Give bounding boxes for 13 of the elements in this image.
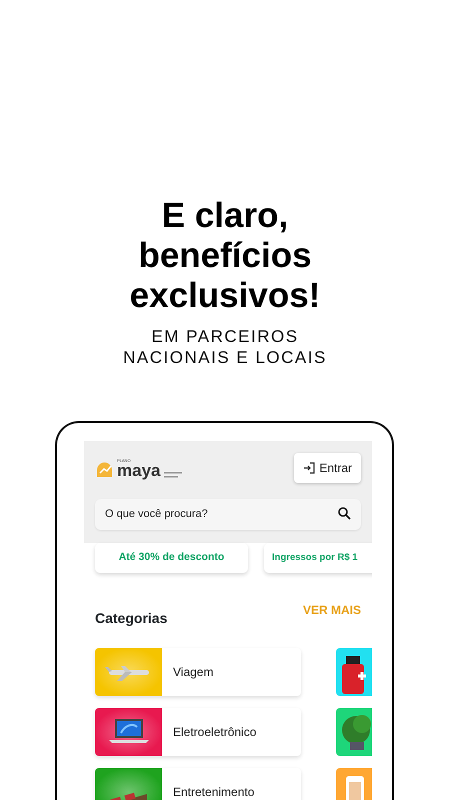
category-card[interactable]: Entretenimento: [95, 768, 301, 800]
category-card[interactable]: Eletroeletrônico: [95, 708, 301, 756]
headline: E claro, benefícios exclusivos!: [128, 195, 322, 316]
subtitle: EM PARCEIROS NACIONAIS E LOCAIS: [123, 326, 327, 368]
section-title: Categorias: [95, 608, 168, 628]
login-icon: [303, 462, 316, 474]
logo-icon: [96, 460, 113, 478]
search-field[interactable]: O que você procura?: [95, 499, 361, 530]
category-card[interactable]: Viagem: [95, 648, 301, 696]
search-icon[interactable]: [338, 507, 351, 520]
tagline-drawing: [164, 472, 182, 478]
login-button[interactable]: Entrar: [294, 453, 361, 483]
logo-text: maya: [117, 462, 160, 478]
